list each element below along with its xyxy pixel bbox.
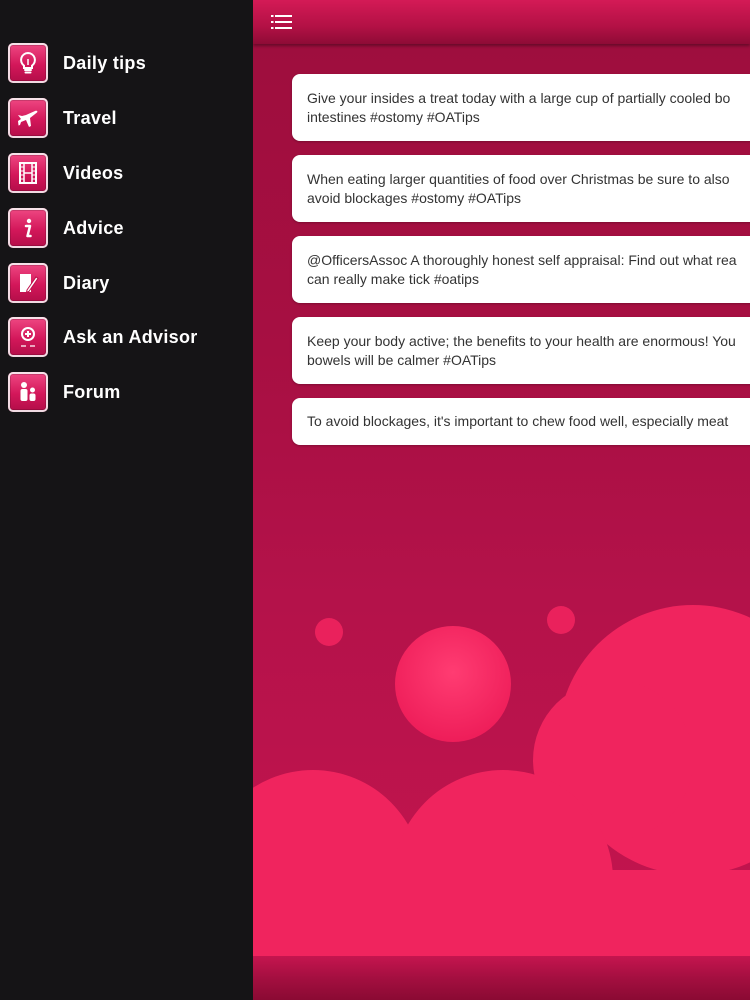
sidebar-item-forum[interactable]: Forum [8,371,121,413]
sidebar-item-label: Daily tips [63,52,147,73]
main-panel: Give your insides a treat today with a l… [253,0,750,1000]
sidebar-item-travel[interactable]: Travel [8,97,117,139]
question-answer-icon [8,317,48,357]
small-bubble [315,618,343,646]
sidebar-item-ask-an-advisor[interactable]: Ask an Advisor [8,316,198,358]
airplane-icon [8,98,48,138]
tip-card[interactable]: When eating larger quantities of food ov… [292,155,750,222]
notepad-pen-icon [8,263,48,303]
tip-card[interactable]: @OfficersAssoc A thoroughly honest self … [292,236,750,303]
sidebar-item-advice[interactable]: Advice [8,207,124,249]
info-icon [8,208,48,248]
tip-card[interactable]: Give your insides a treat today with a l… [292,74,750,141]
bottom-bar [253,956,750,1000]
sidebar-item-label: Ask an Advisor [63,326,198,347]
sidebar: Daily tips Travel Videos Advice Diary As… [0,0,253,1000]
sidebar-item-label: Travel [63,107,117,128]
tip-card[interactable]: Keep your body active; the benefits to y… [292,317,750,384]
sidebar-item-label: Advice [63,217,124,238]
sidebar-item-label: Videos [63,162,124,183]
tip-card[interactable]: To avoid blockages, it's important to ch… [292,398,750,445]
sidebar-item-videos[interactable]: Videos [8,152,124,194]
film-icon [8,153,48,193]
sidebar-item-label: Diary [63,272,110,293]
lightbulb-icon [8,43,48,83]
small-bubble [547,606,575,634]
top-bar [253,0,750,44]
people-icon [8,372,48,412]
sidebar-item-daily-tips[interactable]: Daily tips [8,42,146,84]
list-menu-icon[interactable] [269,11,295,33]
tips-list: Give your insides a treat today with a l… [292,74,750,459]
sidebar-item-diary[interactable]: Diary [8,262,110,304]
sidebar-item-label: Forum [63,381,121,402]
bubble [395,626,511,742]
